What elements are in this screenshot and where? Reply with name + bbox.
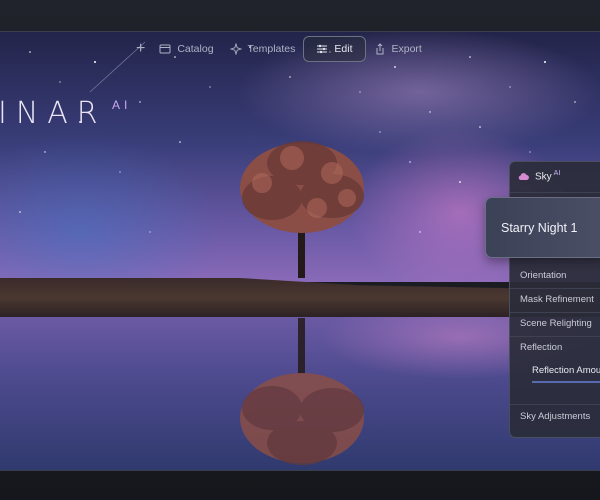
divider: [510, 336, 600, 337]
sky-adjustments-item[interactable]: Sky Adjustments: [520, 411, 590, 422]
edit-label: Edit: [334, 43, 353, 55]
reflection-amount-label: Reflection Amou: [532, 365, 600, 376]
panel-header[interactable]: Sky AI: [518, 170, 560, 182]
catalog-label: Catalog: [177, 43, 214, 55]
top-toolbar: + Catalog Templates Edit Export: [130, 36, 430, 62]
reflection-amount-slider[interactable]: [532, 381, 600, 383]
tree-reflection-image: [240, 318, 364, 465]
divider: [510, 288, 600, 289]
edit-button[interactable]: Edit: [303, 36, 366, 62]
templates-button[interactable]: Templates: [222, 37, 304, 61]
tree-image: [240, 141, 364, 278]
cloud-icon: [518, 172, 529, 180]
scene-relighting-item[interactable]: Scene Relighting: [520, 318, 592, 329]
sky-preset-label: Starry Night 1: [501, 221, 578, 235]
panel-title: Sky AI: [535, 170, 561, 183]
export-label: Export: [391, 43, 422, 55]
mask-refinement-item[interactable]: Mask Refinement: [520, 294, 594, 305]
catalog-button[interactable]: Catalog: [151, 37, 221, 61]
export-button[interactable]: Export: [366, 37, 430, 61]
sliders-icon: [317, 44, 328, 54]
logo-ai-badge: AI: [112, 98, 132, 112]
catalog-icon: [159, 44, 171, 54]
add-icon[interactable]: +: [130, 37, 151, 61]
app-logo: INAR: [0, 96, 107, 131]
templates-icon: [229, 43, 242, 55]
reflection-item[interactable]: Reflection: [520, 342, 562, 353]
sky-preset-card[interactable]: Starry Night 1: [485, 197, 600, 258]
divider: [510, 404, 600, 405]
export-icon: [376, 43, 383, 55]
divider: [510, 312, 600, 313]
panel-title-ai: AI: [553, 170, 561, 177]
templates-label: Templates: [247, 43, 296, 55]
orientation-item[interactable]: Orientation: [520, 270, 566, 281]
divider: [510, 192, 600, 193]
